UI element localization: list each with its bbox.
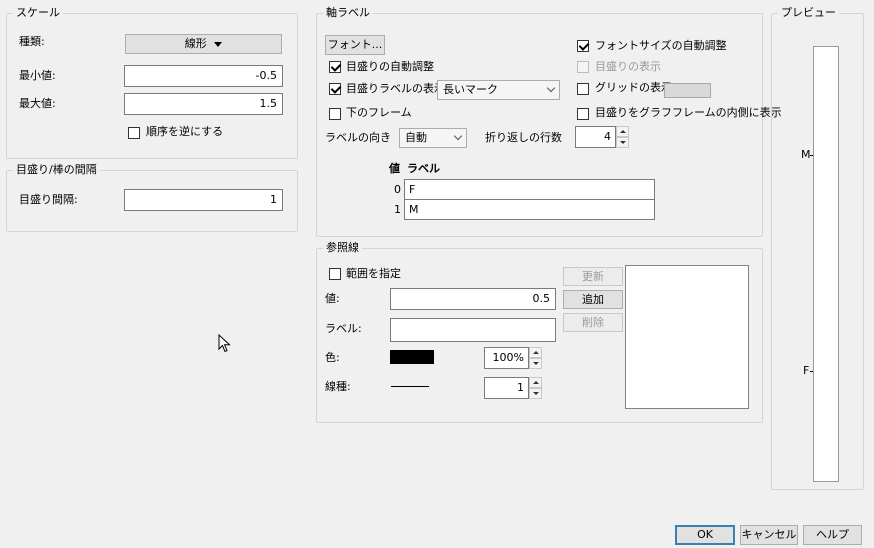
table-row-value: 1 <box>394 203 401 216</box>
auto-font-size-label: フォントサイズの自動調整 <box>595 39 727 52</box>
chevron-down-icon <box>546 83 556 93</box>
show-tick-labels-checkbox[interactable] <box>329 83 341 95</box>
grid-color-swatch[interactable] <box>664 83 711 98</box>
ref-label-field[interactable] <box>390 318 556 342</box>
orientation-label: ラベルの向き <box>325 131 391 144</box>
interval-field[interactable]: 1 <box>124 189 283 211</box>
stepper-up-icon[interactable] <box>616 126 629 137</box>
ticks-inside-checkbox[interactable] <box>577 108 589 120</box>
line-type-sample[interactable] <box>391 386 429 387</box>
min-value-field[interactable]: -0.5 <box>124 65 283 87</box>
scale-type-value: 線形 <box>184 37 207 50</box>
stepper-down-icon[interactable] <box>616 137 629 148</box>
line-type-label: 線種: <box>325 380 351 393</box>
stepper-up-icon[interactable] <box>529 377 542 388</box>
wrap-lines-stepper[interactable] <box>616 126 629 148</box>
font-button[interactable]: フォント... <box>325 35 385 55</box>
reference-line-list[interactable] <box>625 265 749 409</box>
reverse-order-label: 順序を逆にする <box>146 125 224 138</box>
max-value-field[interactable]: 1.5 <box>124 93 283 115</box>
table-row-value: 0 <box>394 183 401 196</box>
cancel-button[interactable]: キャンセル <box>740 525 798 545</box>
max-value-label: 最大値: <box>19 97 56 110</box>
table-row-label-field[interactable]: M <box>404 199 655 220</box>
line-width-input[interactable]: 1 <box>484 377 529 399</box>
ref-label-label: ラベル: <box>325 322 362 335</box>
interval-label: 目盛り間隔: <box>19 193 78 206</box>
line-width-stepper[interactable] <box>529 377 542 399</box>
wrap-lines-input[interactable]: 4 <box>575 126 616 148</box>
add-button[interactable]: 追加 <box>563 290 623 309</box>
preview-frame <box>813 46 839 482</box>
range-checkbox[interactable] <box>329 268 341 280</box>
show-ticks-label: 目盛りの表示 <box>595 60 661 73</box>
wrap-lines-label: 折り返しの行数 <box>485 131 562 144</box>
preview-tick-mark <box>810 155 813 156</box>
table-row-label-field[interactable]: F <box>404 179 655 200</box>
table-value-header: 値 <box>389 162 400 175</box>
show-ticks-checkbox[interactable] <box>577 61 589 73</box>
mouse-cursor-icon <box>218 334 231 353</box>
interval-group-title: 目盛り/棒の間隔 <box>13 163 100 177</box>
orientation-dropdown[interactable]: 自動 <box>399 128 467 148</box>
ref-color-swatch[interactable] <box>390 350 434 364</box>
stepper-down-icon[interactable] <box>529 358 542 369</box>
ref-value-label: 値: <box>325 292 340 305</box>
help-button[interactable]: ヘルプ <box>803 525 862 545</box>
preview-group-title: プレビュー <box>778 6 839 20</box>
auto-font-size-checkbox[interactable] <box>577 40 589 52</box>
preview-tick-mark <box>810 371 813 372</box>
range-label: 範囲を指定 <box>346 267 401 280</box>
scale-group-title: スケール <box>13 6 63 20</box>
preview-tick-label: F <box>803 364 810 377</box>
reverse-order-checkbox[interactable] <box>128 127 140 139</box>
scale-type-label: 種類: <box>19 35 45 48</box>
tick-mark-dropdown[interactable]: 長いマーク <box>437 80 560 100</box>
ref-color-label: 色: <box>325 351 340 364</box>
orientation-value: 自動 <box>405 131 427 144</box>
ref-value-field[interactable]: 0.5 <box>390 288 556 310</box>
chevron-down-icon <box>453 131 463 141</box>
reference-line-group-title: 参照線 <box>323 241 362 255</box>
show-grid-label: グリッドの表示 <box>595 81 672 94</box>
opacity-stepper[interactable] <box>529 347 542 369</box>
delete-button[interactable]: 削除 <box>563 313 623 332</box>
min-value-label: 最小値: <box>19 69 56 82</box>
show-tick-labels-label: 目盛りラベルの表示 <box>346 82 445 95</box>
ok-button[interactable]: OK <box>675 525 735 545</box>
scale-type-dropdown[interactable]: 線形 <box>125 34 282 54</box>
auto-tick-label: 目盛りの自動調整 <box>346 60 434 73</box>
axis-label-group-title: 軸ラベル <box>323 6 373 20</box>
ticks-inside-label: 目盛りをグラフフレームの内側に表示 <box>595 106 782 119</box>
dropdown-arrow-icon <box>214 41 223 47</box>
stepper-down-icon[interactable] <box>529 388 542 399</box>
auto-tick-checkbox[interactable] <box>329 61 341 73</box>
opacity-input[interactable]: 100% <box>484 347 529 369</box>
table-label-header: ラベル <box>407 162 440 175</box>
update-button[interactable]: 更新 <box>563 267 623 286</box>
show-grid-checkbox[interactable] <box>577 83 589 95</box>
stepper-up-icon[interactable] <box>529 347 542 358</box>
lower-frame-label: 下のフレーム <box>346 106 412 119</box>
tick-mark-value: 長いマーク <box>443 83 498 96</box>
lower-frame-checkbox[interactable] <box>329 108 341 120</box>
